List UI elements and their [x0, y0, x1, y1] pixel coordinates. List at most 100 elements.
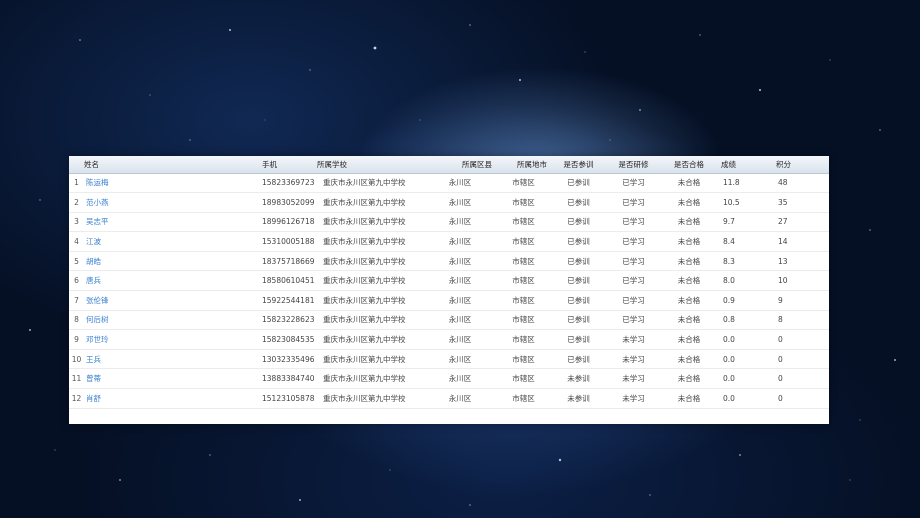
phone-cell: 15922544181 — [262, 290, 317, 311]
city-cell: 市辖区 — [496, 349, 551, 370]
row-index: 12 — [69, 388, 84, 409]
trained-cell: 已参训 — [551, 270, 606, 292]
studied-cell: 已学习 — [606, 290, 661, 311]
trained-cell: 已参训 — [551, 290, 606, 311]
studied-cell: 已学习 — [606, 231, 661, 252]
qualified-cell: 未合格 — [661, 192, 717, 213]
studied-cell: 已学习 — [606, 173, 661, 194]
score-cell: 0.0 — [717, 329, 772, 350]
row-index: 3 — [69, 212, 84, 233]
header-score[interactable]: 成绩 — [717, 156, 772, 174]
school-cell: 重庆市永川区第九中学校 — [317, 388, 424, 409]
phone-cell: 18996126718 — [262, 212, 317, 233]
table-row: 6 唐兵 18580610451 重庆市永川区第九中学校 永川区 市辖区 已参训 已学习 未合格… — [69, 270, 829, 292]
qualified-cell: 未合格 — [661, 388, 717, 409]
row-index: 2 — [69, 192, 84, 213]
trained-cell: 已参训 — [551, 231, 606, 252]
school-cell: 重庆市永川区第九中学校 — [317, 231, 424, 252]
city-cell: 市辖区 — [496, 192, 551, 213]
trainee-name-link[interactable]: 陈运梅 — [84, 173, 262, 194]
city-cell: 市辖区 — [496, 212, 551, 233]
header-qualified[interactable]: 是否合格 — [661, 156, 717, 174]
phone-cell: 15823228623 — [262, 310, 317, 331]
table-body: 1 陈运梅 15823369723 重庆市永川区第九中学校 永川区 市辖区 已参训 已学习 未合… — [69, 173, 829, 409]
row-index: 8 — [69, 310, 84, 331]
trainee-name-link[interactable]: 王兵 — [84, 349, 262, 370]
points-cell: 10 — [772, 270, 829, 292]
score-cell: 0.0 — [717, 349, 772, 370]
trainee-name-link[interactable]: 唐兵 — [84, 270, 262, 292]
trained-cell: 已参训 — [551, 329, 606, 350]
trainee-name-link[interactable]: 何后树 — [84, 310, 262, 331]
qualified-cell: 未合格 — [661, 368, 717, 390]
table-row: 7 张伦锋 15922544181 重庆市永川区第九中学校 永川区 市辖区 已参训 已学习 未合… — [69, 290, 829, 311]
phone-cell: 18580610451 — [262, 270, 317, 292]
row-index: 6 — [69, 270, 84, 292]
district-cell: 永川区 — [424, 212, 496, 233]
table-row: 10 王兵 13032335496 重庆市永川区第九中学校 永川区 市辖区 已参训 未学习 未合… — [69, 349, 829, 370]
points-cell: 27 — [772, 212, 829, 233]
city-cell: 市辖区 — [496, 270, 551, 292]
qualified-cell: 未合格 — [661, 251, 717, 272]
qualified-cell: 未合格 — [661, 212, 717, 233]
trainee-name-link[interactable]: 范小燕 — [84, 192, 262, 213]
qualified-cell: 未合格 — [661, 310, 717, 331]
header-school[interactable]: 所属学校 — [317, 156, 424, 174]
trained-cell: 已参训 — [551, 212, 606, 233]
trainee-name-link[interactable]: 江波 — [84, 231, 262, 252]
trainee-name-link[interactable]: 吴志平 — [84, 212, 262, 233]
qualified-cell: 未合格 — [661, 349, 717, 370]
header-phone[interactable]: 手机 — [262, 156, 317, 174]
header-studied[interactable]: 是否研修 — [606, 156, 661, 174]
points-cell: 0 — [772, 349, 829, 370]
qualified-cell: 未合格 — [661, 173, 717, 194]
phone-cell: 15823369723 — [262, 173, 317, 194]
phone-cell: 15310005188 — [262, 231, 317, 252]
header-trained[interactable]: 是否参训 — [551, 156, 606, 174]
trained-cell: 已参训 — [551, 173, 606, 194]
row-index: 1 — [69, 173, 84, 194]
phone-cell: 18375718669 — [262, 251, 317, 272]
points-cell: 8 — [772, 310, 829, 331]
score-cell: 9.7 — [717, 212, 772, 233]
school-cell: 重庆市永川区第九中学校 — [317, 251, 424, 272]
table-row: 11 曾蒂 13883384740 重庆市永川区第九中学校 永川区 市辖区 未参训 未学习 未合… — [69, 368, 829, 390]
qualified-cell: 未合格 — [661, 270, 717, 292]
trainee-name-link[interactable]: 邓世玲 — [84, 329, 262, 350]
score-cell: 0.0 — [717, 388, 772, 409]
header-points[interactable]: 积分 — [772, 156, 829, 174]
district-cell: 永川区 — [424, 290, 496, 311]
district-cell: 永川区 — [424, 310, 496, 331]
district-cell: 永川区 — [424, 349, 496, 370]
trainee-name-link[interactable]: 胡皓 — [84, 251, 262, 272]
trainee-name-link[interactable]: 肖舒 — [84, 388, 262, 409]
qualified-cell: 未合格 — [661, 329, 717, 350]
score-cell: 0.8 — [717, 310, 772, 331]
row-index: 9 — [69, 329, 84, 350]
district-cell: 永川区 — [424, 388, 496, 409]
trainee-name-link[interactable]: 张伦锋 — [84, 290, 262, 311]
trained-cell: 未参训 — [551, 368, 606, 390]
school-cell: 重庆市永川区第九中学校 — [317, 349, 424, 370]
header-index — [69, 156, 84, 174]
header-district[interactable]: 所属区县 — [424, 156, 496, 174]
city-cell: 市辖区 — [496, 173, 551, 194]
qualified-cell: 未合格 — [661, 290, 717, 311]
school-cell: 重庆市永川区第九中学校 — [317, 212, 424, 233]
table-row: 12 肖舒 15123105878 重庆市永川区第九中学校 永川区 市辖区 未参训 未学习 未合… — [69, 388, 829, 409]
score-cell: 8.0 — [717, 270, 772, 292]
studied-cell: 已学习 — [606, 192, 661, 213]
points-cell: 14 — [772, 231, 829, 252]
district-cell: 永川区 — [424, 368, 496, 390]
row-index: 10 — [69, 349, 84, 370]
trainee-table: 姓名 手机 所属学校 所属区县 所属地市 是否参训 是否研修 是否合格 成绩 积… — [69, 156, 829, 409]
header-name[interactable]: 姓名 — [84, 156, 262, 174]
score-cell: 0.9 — [717, 290, 772, 311]
phone-cell: 13032335496 — [262, 349, 317, 370]
trained-cell: 已参训 — [551, 310, 606, 331]
trainee-name-link[interactable]: 曾蒂 — [84, 368, 262, 390]
header-city[interactable]: 所属地市 — [496, 156, 551, 174]
studied-cell: 未学习 — [606, 349, 661, 370]
trained-cell: 已参训 — [551, 349, 606, 370]
district-cell: 永川区 — [424, 192, 496, 213]
